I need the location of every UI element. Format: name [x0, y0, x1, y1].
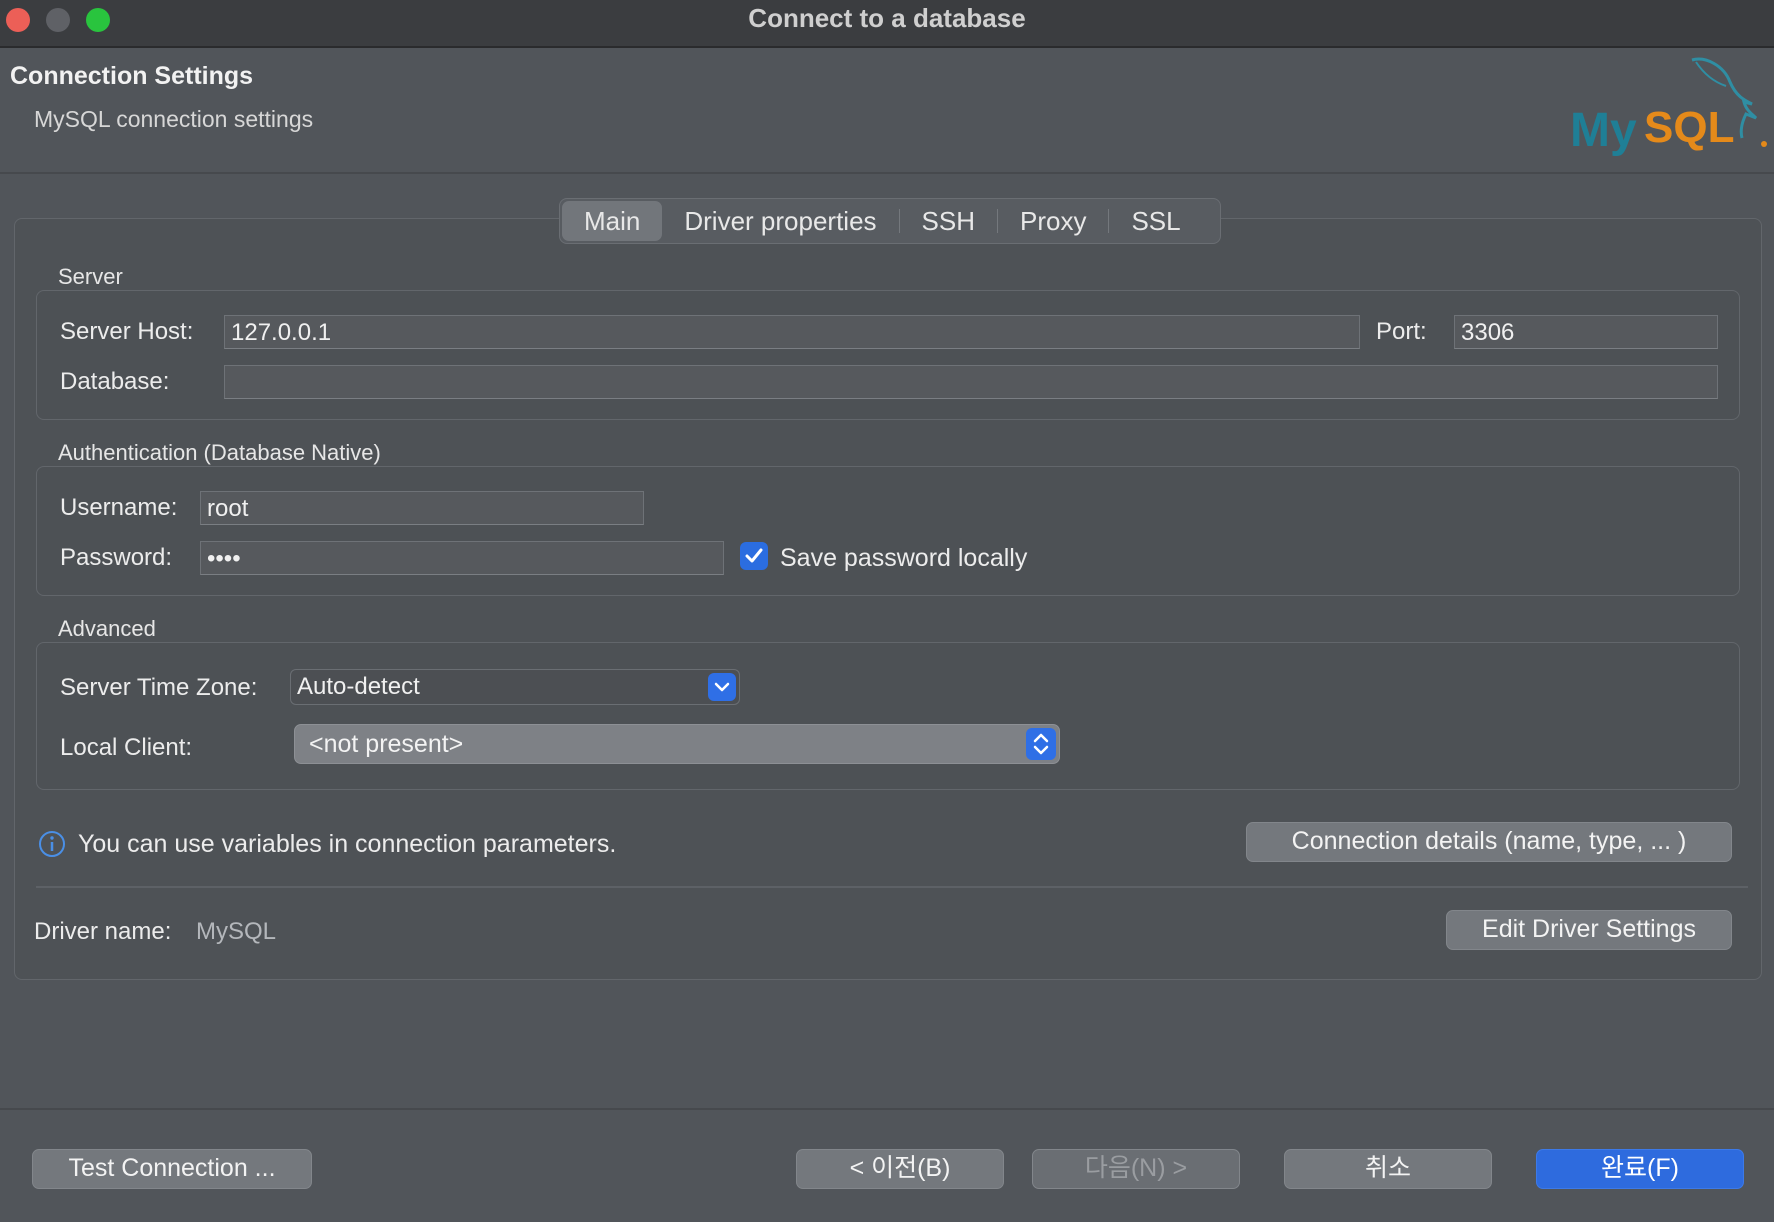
back-button[interactable]: < 이전(B) [796, 1149, 1004, 1189]
timezone-label: Server Time Zone: [60, 674, 258, 701]
server-host-input[interactable]: 127.0.0.1 [224, 315, 1360, 349]
driver-name-value: MySQL [196, 918, 277, 945]
checkmark-icon [745, 548, 763, 563]
svg-text:SQL: SQL [1644, 103, 1734, 152]
page-subtitle: MySQL connection settings [34, 106, 314, 132]
test-connection-button[interactable]: Test Connection ... [32, 1149, 312, 1189]
tab-ssh[interactable]: SSH [900, 201, 997, 241]
database-label: Database: [60, 368, 170, 395]
timezone-value: Auto-detect [297, 673, 420, 700]
username-input[interactable]: root [200, 491, 644, 525]
panel-divider [36, 886, 1748, 888]
title-bar: Connect to a database [0, 0, 1774, 48]
auth-group [36, 466, 1740, 596]
server-host-label: Server Host: [60, 318, 194, 345]
mysql-logo-icon: My SQL [1570, 57, 1767, 157]
save-password-checkbox[interactable] [740, 542, 768, 570]
server-group [36, 290, 1740, 420]
auth-section-label: Authentication (Database Native) [58, 440, 381, 465]
port-input[interactable]: 3306 [1454, 315, 1718, 349]
cancel-button[interactable]: 취소 [1284, 1149, 1492, 1189]
tab-driver-properties[interactable]: Driver properties [662, 201, 898, 241]
page-title: Connection Settings [10, 62, 254, 90]
driver-name-label: Driver name: [34, 918, 172, 945]
server-section-label: Server [58, 264, 123, 289]
port-label: Port: [1376, 318, 1427, 345]
finish-button[interactable]: 완료(F) [1536, 1149, 1744, 1189]
tab-bar: Main Driver properties SSH Proxy SSL [559, 198, 1221, 244]
tab-ssl[interactable]: SSL [1109, 201, 1202, 241]
header-divider [0, 172, 1774, 174]
tab-main[interactable]: Main [562, 201, 663, 241]
advanced-section-label: Advanced [58, 616, 156, 641]
local-client-label: Local Client: [60, 734, 193, 761]
connection-details-button[interactable]: Connection details (name, type, ... ) [1246, 822, 1732, 862]
password-label: Password: [60, 544, 173, 571]
up-down-arrows-icon [1026, 728, 1056, 760]
edit-driver-settings-button[interactable]: Edit Driver Settings [1446, 910, 1732, 950]
timezone-combo[interactable]: Auto-detect [290, 669, 740, 705]
password-input[interactable]: •••• [200, 541, 724, 575]
local-client-select[interactable]: <not present> [294, 724, 1060, 764]
advanced-group [36, 642, 1740, 790]
footer-divider [0, 1108, 1774, 1110]
svg-text:My: My [1570, 104, 1637, 157]
database-input[interactable] [224, 365, 1718, 399]
local-client-value: <not present> [309, 730, 464, 758]
save-password-label[interactable]: Save password locally [780, 544, 1027, 573]
tab-proxy[interactable]: Proxy [998, 201, 1108, 241]
chevron-down-icon [708, 673, 736, 701]
next-button: 다음(N) > [1032, 1149, 1240, 1189]
variables-info-text: You can use variables in connection para… [78, 830, 617, 858]
username-label: Username: [60, 494, 178, 521]
window-title: Connect to a database [748, 3, 1026, 33]
info-icon [39, 831, 65, 857]
